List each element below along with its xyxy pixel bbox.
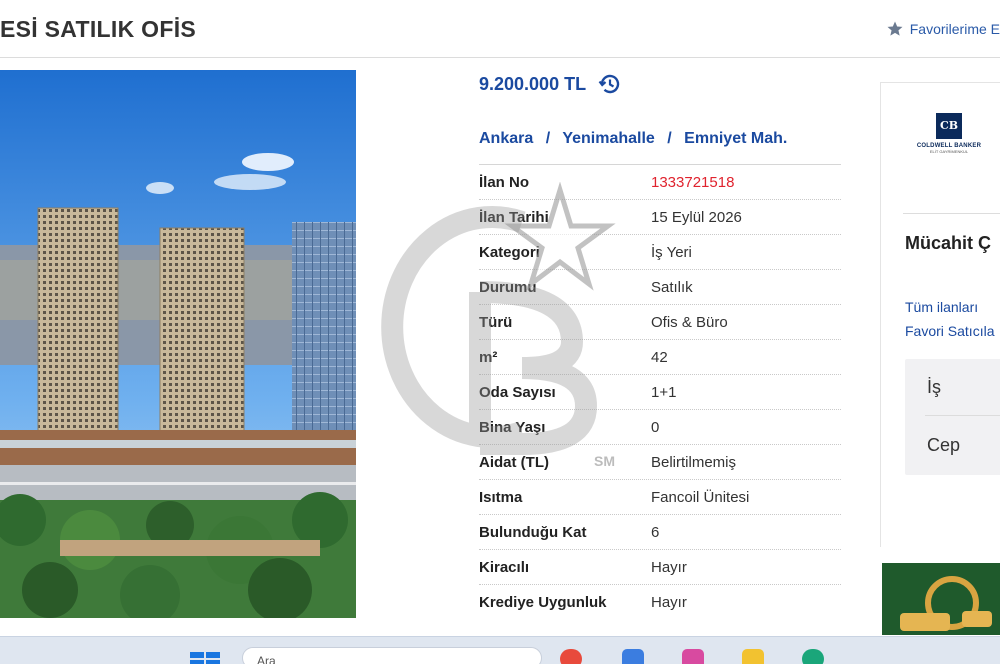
- taskbar-search-placeholder: Ara: [257, 654, 276, 664]
- breadcrumb-separator: /: [667, 130, 672, 147]
- page-title: ESİ SATILIK OFİS: [0, 16, 197, 42]
- detail-row-building-age: Bina Yaşı 0: [479, 410, 841, 445]
- add-to-favorites-link[interactable]: Favorilerime E: [886, 20, 1000, 38]
- mobile-phone-label[interactable]: Cep: [927, 435, 960, 456]
- file-explorer-icon[interactable]: [742, 649, 764, 664]
- detail-value: İş Yeri: [651, 243, 692, 261]
- favorites-label: Favorilerime E: [909, 21, 1000, 37]
- os-taskbar: Ara: [0, 636, 1000, 664]
- detail-key: Isıtma: [479, 488, 523, 506]
- detail-row-status: Durumu Satılık: [479, 270, 841, 305]
- detail-value: Fancoil Ünitesi: [651, 488, 750, 506]
- app-icon[interactable]: [682, 649, 704, 664]
- breadcrumb-district[interactable]: Yenimahalle: [562, 130, 655, 147]
- listing-photo[interactable]: [0, 70, 356, 618]
- detail-key: İlan Tarihi: [479, 208, 549, 226]
- price-row: 9.200.000 TL: [479, 72, 622, 96]
- detail-value: Belirtilmemiş: [651, 453, 737, 471]
- office-logo-mark: CB: [936, 113, 962, 139]
- agent-divider: [903, 213, 1000, 214]
- detail-value: 1+1: [651, 383, 677, 401]
- favorite-seller-link[interactable]: Favori Satıcıla: [905, 323, 994, 339]
- detail-row-dues: Aidat (TL) Belirtilmemiş: [479, 445, 841, 480]
- detail-row-listing-no: İlan No 1333721518: [479, 165, 841, 200]
- detail-row-area: m² 42: [479, 340, 841, 375]
- detail-value: 15 Eylül 2026: [651, 208, 742, 226]
- windows-start-button[interactable]: [190, 652, 220, 664]
- detail-value: 6: [651, 523, 660, 541]
- detail-value: 1333721518: [651, 173, 735, 191]
- detail-key: Durumu: [479, 278, 537, 296]
- detail-row-listing-date: İlan Tarihi 15 Eylül 2026: [479, 200, 841, 235]
- detail-row-tenant: Kiracılı Hayır: [479, 550, 841, 585]
- detail-key: m²: [479, 348, 498, 366]
- listing-price: 9.200.000 TL: [479, 73, 587, 94]
- office-logo[interactable]: CB COLDWELL BANKER ELİT GAYRİMENKUL: [907, 113, 991, 154]
- app-icon[interactable]: [802, 649, 824, 664]
- detail-row-type: Türü Ofis & Büro: [479, 305, 841, 340]
- detail-row-floor: Bulunduğu Kat 6: [479, 515, 841, 550]
- agent-name[interactable]: Mücahit Ç: [905, 233, 991, 254]
- chrome-icon[interactable]: [560, 649, 582, 664]
- listing-details-table: İlan No 1333721518 İlan Tarihi 15 Eylül 20…: [479, 164, 841, 620]
- detail-key: Krediye Uygunluk: [479, 593, 607, 611]
- detail-key: Oda Sayısı: [479, 383, 556, 401]
- detail-key: Kategori: [479, 243, 540, 261]
- detail-key: Bulunduğu Kat: [479, 523, 587, 541]
- phone-box: İş Cep: [905, 359, 1000, 475]
- breadcrumb-neighborhood[interactable]: Emniyet Mah.: [684, 130, 787, 147]
- detail-key: Aidat (TL): [479, 453, 549, 471]
- detail-key: Bina Yaşı: [479, 418, 546, 436]
- history-icon[interactable]: [598, 72, 622, 96]
- location-breadcrumb: Ankara / Yenimahalle / Emniyet Mah.: [479, 130, 787, 148]
- detail-value: Ofis & Büro: [651, 313, 728, 331]
- breadcrumb-city[interactable]: Ankara: [479, 130, 533, 147]
- office-logo-sub: ELİT GAYRİMENKUL: [929, 149, 969, 154]
- detail-key: İlan No: [479, 173, 530, 191]
- page-header: ESİ SATILIK OFİS Favorilerime E: [0, 0, 1000, 58]
- detail-key: Türü: [479, 313, 513, 331]
- edge-icon[interactable]: [622, 649, 644, 664]
- detail-value: Hayır: [651, 593, 687, 611]
- star-icon: [887, 21, 903, 36]
- detail-value: 42: [651, 348, 668, 366]
- all-listings-link[interactable]: Tüm ilanları: [905, 299, 978, 315]
- detail-value: Hayır: [651, 558, 687, 576]
- gallery-controls-strip: [0, 618, 880, 636]
- agent-card: CB COLDWELL BANKER ELİT GAYRİMENKUL Müca…: [880, 82, 1000, 547]
- detail-key: Kiracılı: [479, 558, 530, 576]
- work-phone-label[interactable]: İş: [927, 377, 941, 398]
- detail-row-rooms: Oda Sayısı 1+1: [479, 375, 841, 410]
- detail-row-category: Kategori İş Yeri: [479, 235, 841, 270]
- taskbar-search[interactable]: Ara: [242, 647, 542, 664]
- breadcrumb-separator: /: [545, 130, 551, 147]
- phone-divider: [925, 415, 1000, 416]
- detail-value: 0: [651, 418, 660, 436]
- detail-value: Satılık: [651, 278, 693, 296]
- advertisement-banner[interactable]: [882, 563, 1000, 635]
- detail-row-credit: Krediye Uygunluk Hayır: [479, 585, 841, 620]
- detail-row-heating: Isıtma Fancoil Ünitesi: [479, 480, 841, 515]
